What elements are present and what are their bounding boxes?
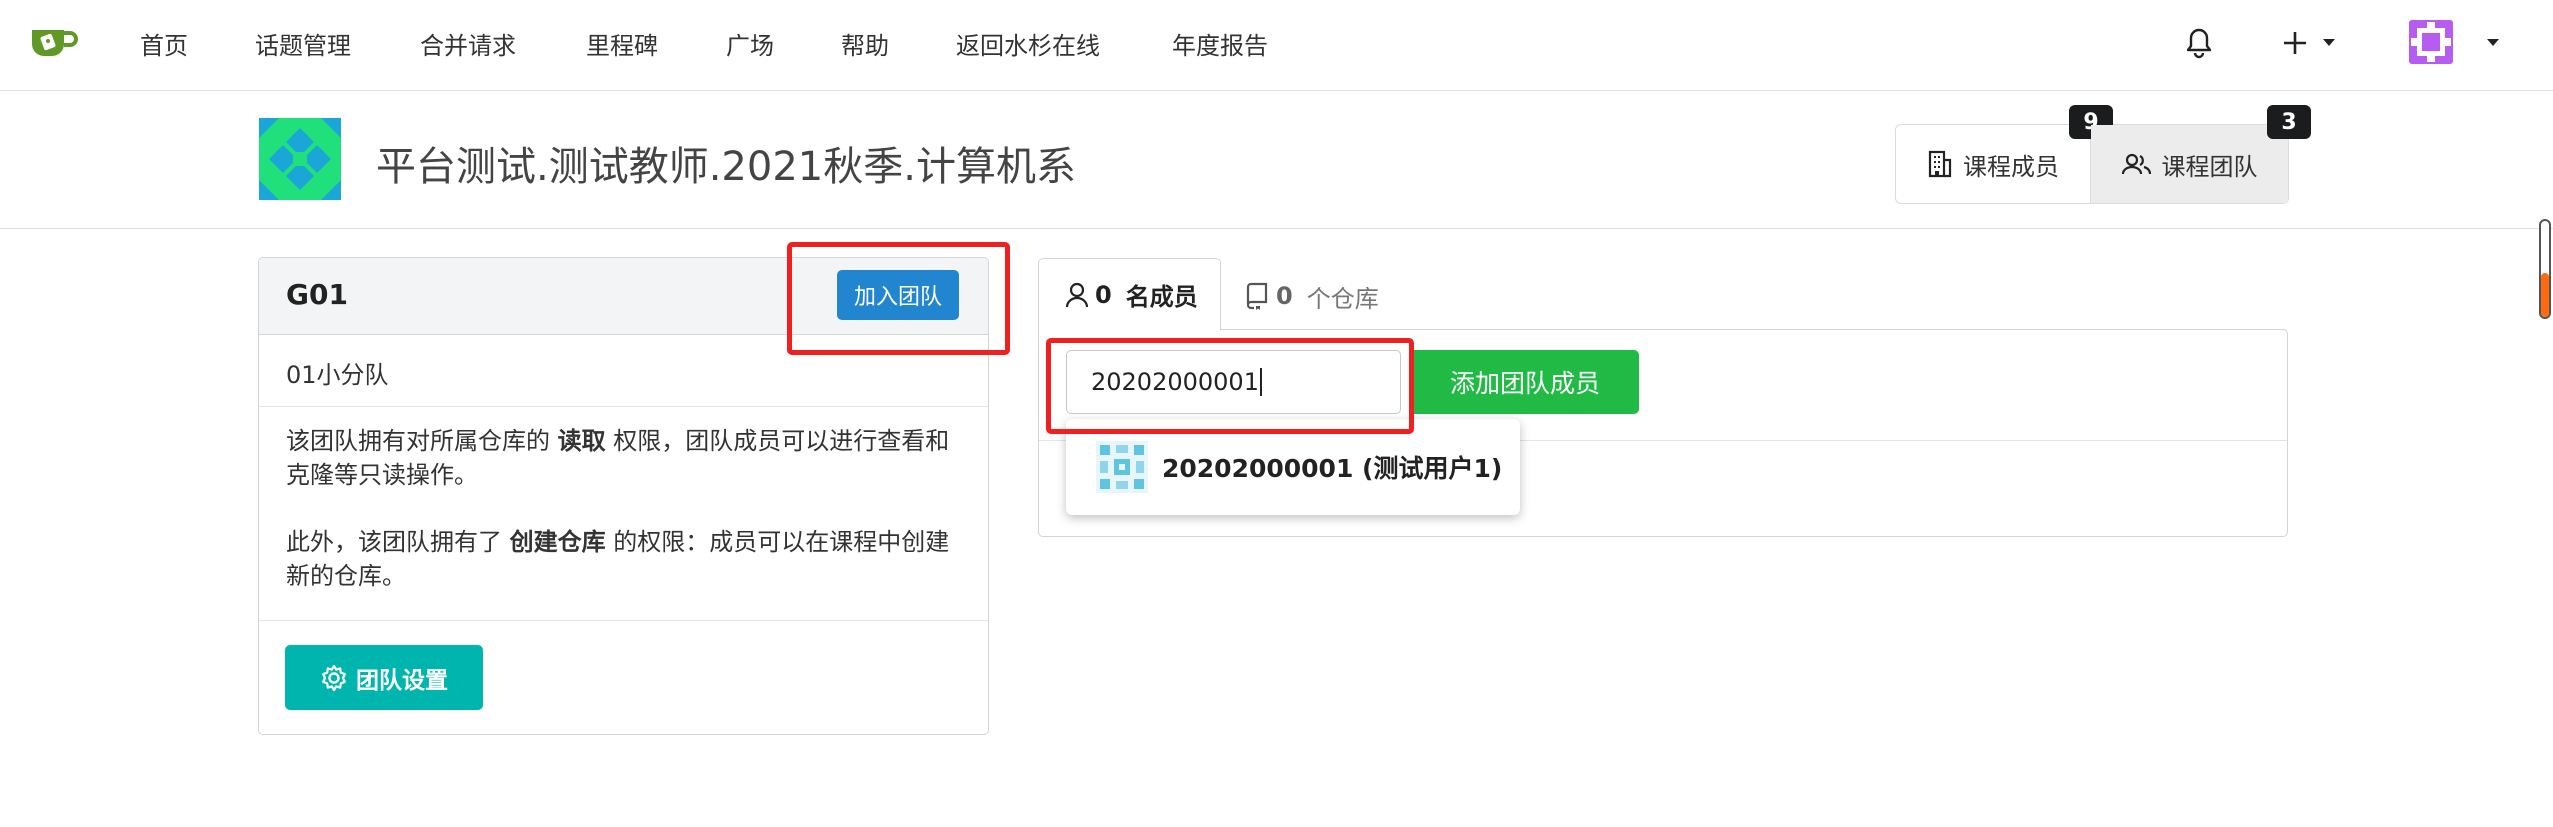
team-permission-create: 此外，该团队拥有了 创建仓库 的权限：成员可以在课程中创建新的仓库。 — [286, 525, 966, 593]
person-icon — [1065, 282, 1089, 307]
suggestion-avatar — [1096, 441, 1148, 493]
divider — [259, 406, 988, 407]
nav-pull-requests[interactable]: 合并请求 — [420, 26, 516, 61]
nav-help[interactable]: 帮助 — [841, 26, 889, 61]
org-tab-group: 课程成员 9 课程团队 3 — [1895, 105, 2311, 204]
repos-label: 个仓库 — [1306, 284, 1379, 313]
building-icon — [1928, 150, 1952, 178]
suggestion-text: 20202000001 (测试用户1) — [1162, 454, 1503, 483]
nav-milestones[interactable]: 里程碑 — [586, 26, 658, 61]
team-settings-label: 团队设置 — [356, 667, 448, 694]
teams-count-badge: 3 — [2267, 105, 2311, 139]
tab-repositories[interactable]: 0 个仓库 — [1244, 278, 1379, 314]
highlight-search-input — [1046, 338, 1414, 434]
tab-course-teams[interactable]: 课程团队 3 — [2091, 105, 2311, 203]
repo-icon — [1246, 282, 1268, 310]
team-settings-button[interactable]: 团队设置 — [285, 645, 483, 710]
perm-create-prefix: 此外，该团队拥有了 — [286, 528, 510, 556]
scrollbar-thumb[interactable] — [2541, 273, 2549, 317]
gear-icon — [322, 664, 346, 691]
nav-explore[interactable]: 广场 — [726, 26, 774, 61]
divider — [259, 620, 988, 621]
nav-home[interactable]: 首页 — [140, 26, 188, 61]
perm-read-level: 读取 — [557, 427, 606, 455]
perm-create-level: 创建仓库 — [509, 528, 606, 556]
team-permission-read: 该团队拥有对所属仓库的 读取 权限，团队成员可以进行查看和克隆等只读操作。 — [286, 424, 966, 492]
create-chevron-down-icon[interactable] — [2322, 38, 2336, 48]
chevron-down-icon[interactable] — [2486, 38, 2500, 48]
plus-icon[interactable] — [2282, 30, 2308, 56]
team-name: G01 — [286, 278, 348, 311]
nav-annual-report[interactable]: 年度报告 — [1172, 26, 1268, 61]
members-label: 名成员 — [1125, 283, 1198, 311]
org-title: 平台测试.测试教师.2021秋季.计算机系 — [376, 144, 1076, 190]
user-avatar[interactable] — [2409, 20, 2453, 64]
repos-count: 0 — [1276, 282, 1293, 310]
nav-issues[interactable]: 话题管理 — [255, 26, 351, 61]
tab-course-teams-label: 课程团队 — [2161, 152, 2258, 181]
add-team-member-button[interactable]: 添加团队成员 — [1411, 350, 1639, 414]
team-description: 01小分队 — [286, 361, 389, 389]
highlight-join-team — [787, 242, 1010, 355]
tab-course-members[interactable]: 课程成员 9 — [1896, 105, 2113, 203]
bell-icon[interactable] — [2186, 27, 2212, 59]
nav-back-online[interactable]: 返回水杉在线 — [956, 26, 1100, 61]
gitea-logo-icon[interactable] — [30, 22, 80, 64]
top-navbar: 首页 话题管理 合并请求 里程碑 广场 帮助 返回水杉在线 年度报告 — [0, 0, 2553, 91]
members-count: 0 — [1095, 280, 1112, 309]
tab-course-members-label: 课程成员 — [1963, 152, 2059, 181]
tab-members[interactable]: 0 名成员 — [1038, 258, 1221, 330]
people-icon — [2121, 153, 2151, 175]
org-avatar[interactable] — [259, 118, 341, 200]
perm-read-prefix: 该团队拥有对所属仓库的 — [286, 427, 558, 455]
